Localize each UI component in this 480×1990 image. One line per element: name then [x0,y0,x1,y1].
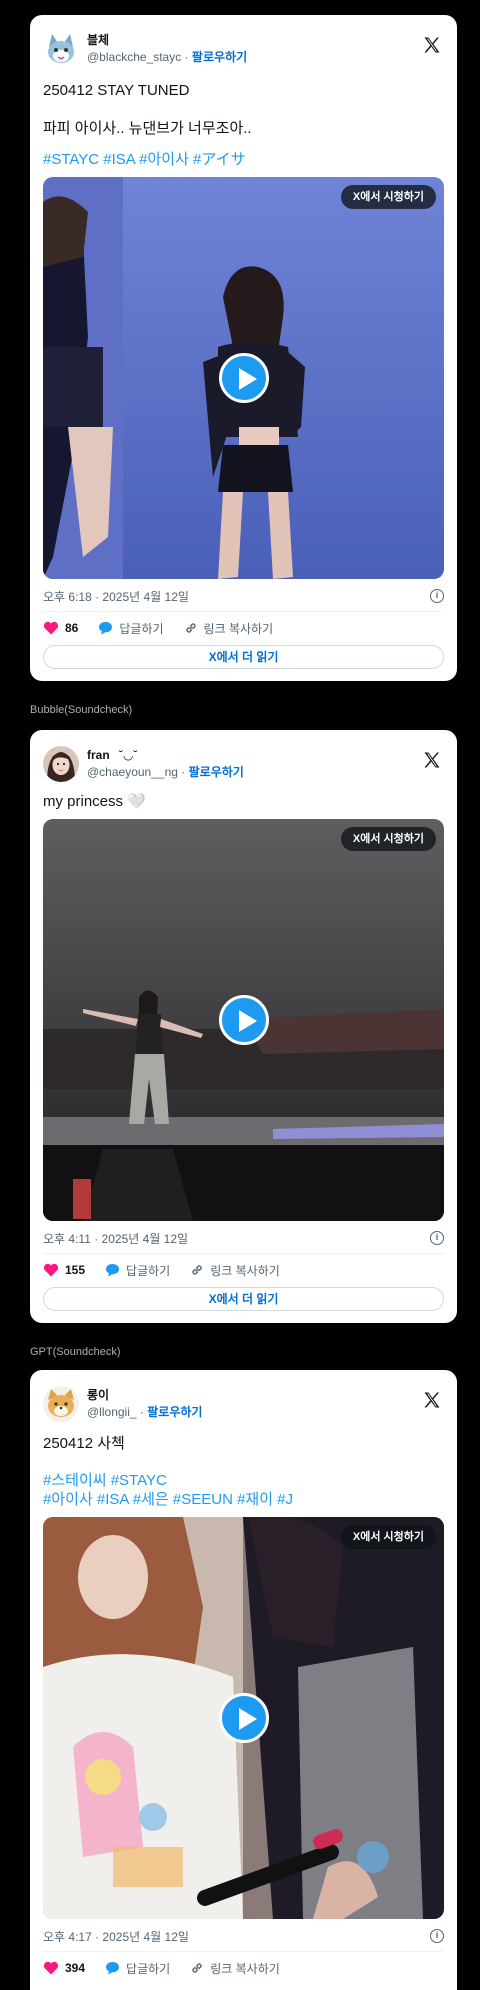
like-count: 155 [65,1263,86,1277]
reply-label: 답글하기 [126,1961,171,1976]
like-button[interactable]: 394 [43,1961,85,1975]
heart-icon [43,1263,59,1277]
tweet-card-3: 롱이 @llongii_ · 팔로우하기 250412 사첵 #스테이씨 #ST… [30,1370,457,1990]
x-logo-icon[interactable] [422,35,442,55]
action-bar: 86 답글하기 링크 복사하기 [43,612,444,644]
heart-icon [43,621,59,635]
x-logo-icon[interactable] [422,1390,442,1410]
reply-bubble-icon [106,1264,120,1277]
copy-link-button[interactable]: 링크 복사하기 [190,1262,280,1279]
reply-button[interactable]: 답글하기 [105,1262,170,1279]
avatar[interactable] [43,1386,79,1422]
follow-button[interactable]: 팔로우하기 [192,50,247,64]
tweet-header: 블체 @blackche_stayc · 팔로우하기 [43,27,444,71]
display-name[interactable]: 블체 [87,32,247,49]
display-name[interactable]: 롱이 [87,1387,202,1404]
timestamp[interactable]: 오후 6:18 · 2025년 4월 12일 [43,588,189,605]
hashtags-line-1[interactable]: #스테이씨 #STAYC [43,1471,444,1490]
hashtags[interactable]: #STAYC #ISA #아이사 #アイサ [43,150,444,169]
follow-button[interactable]: 팔로우하기 [147,1405,202,1419]
tweet-header: 롱이 @llongii_ · 팔로우하기 [43,1382,444,1426]
video-player[interactable]: X에서 시청하기 [43,177,444,579]
like-button[interactable]: 86 [43,621,78,635]
timestamp[interactable]: 오후 4:17 · 2025년 4월 12일 [43,1928,189,1945]
action-bar: 394 답글하기 링크 복사하기 [43,1952,444,1984]
like-count: 394 [65,1961,86,1975]
watch-on-x-button[interactable]: X에서 시청하기 [340,827,436,851]
copy-link-button[interactable]: 링크 복사하기 [184,620,274,637]
avatar[interactable] [43,31,79,67]
caption-gpt: GPT(Soundcheck) [30,1346,121,1358]
x-logo-icon[interactable] [422,750,442,770]
tweet-text: my princess 🤍 [43,793,146,810]
play-icon[interactable] [218,995,269,1045]
copy-link-label: 링크 복사하기 [210,1961,280,1976]
copy-link-label: 링크 복사하기 [203,621,274,636]
copy-link-button[interactable]: 링크 복사하기 [190,1960,280,1977]
watch-on-x-button[interactable]: X에서 시청하기 [340,185,436,209]
like-button[interactable]: 155 [43,1263,85,1277]
timestamp[interactable]: 오후 4:11 · 2025년 4월 12일 [43,1230,188,1247]
reply-button[interactable]: 답글하기 [98,620,164,637]
user-handle[interactable]: @blackche_stayc [87,50,181,64]
hashtags-line-2[interactable]: #아이사 #ISA #세은 #SEEUN #재이 #J [43,1490,444,1509]
reply-bubble-icon [99,622,113,635]
caption-bubble: Bubble(Soundcheck) [30,704,133,716]
copy-link-label: 링크 복사하기 [210,1263,280,1278]
reply-bubble-icon [106,1962,120,1975]
action-bar: 155 답글하기 링크 복사하기 [43,1254,444,1286]
link-icon [192,1963,202,1973]
heart-icon [43,1961,59,1975]
info-icon[interactable]: i [430,1929,444,1943]
display-name[interactable]: fran [87,748,110,762]
follow-button[interactable]: 팔로우하기 [189,765,244,779]
tweet-text: 250412 STAY TUNED 파피 아이사.. 뉴댄브가 너무조아.. [43,82,252,137]
video-player[interactable]: X에서 시청하기 [43,819,444,1221]
info-icon[interactable]: i [430,589,444,603]
reply-label: 답글하기 [119,621,164,636]
video-player[interactable]: X에서 시청하기 [43,1517,444,1919]
user-handle[interactable]: @chaeyoun__ng [87,765,178,779]
play-icon[interactable] [218,353,269,403]
like-count: 86 [65,621,79,635]
tweet-text: 250412 사첵 [43,1435,125,1452]
reply-label: 답글하기 [126,1263,171,1278]
name-emoji: ˘◡˘ [119,748,138,762]
avatar[interactable] [43,746,79,782]
read-more-button[interactable]: X에서 더 읽기 [43,645,444,669]
link-icon [192,1265,202,1275]
user-handle[interactable]: @llongii_ [87,1405,137,1419]
watch-on-x-button[interactable]: X에서 시청하기 [340,1525,436,1549]
play-icon[interactable] [218,1693,269,1743]
read-more-button[interactable]: X에서 더 읽기 [43,1287,444,1311]
info-icon[interactable]: i [430,1231,444,1245]
reply-button[interactable]: 답글하기 [105,1960,170,1977]
tweet-header: fran ˘◡˘ @chaeyoun__ng · 팔로우하기 [43,742,444,786]
tweet-card-1: 블체 @blackche_stayc · 팔로우하기 250412 STAY T… [30,15,457,681]
tweet-card-2: fran ˘◡˘ @chaeyoun__ng · 팔로우하기 my prince… [30,730,457,1323]
link-icon [185,623,196,633]
